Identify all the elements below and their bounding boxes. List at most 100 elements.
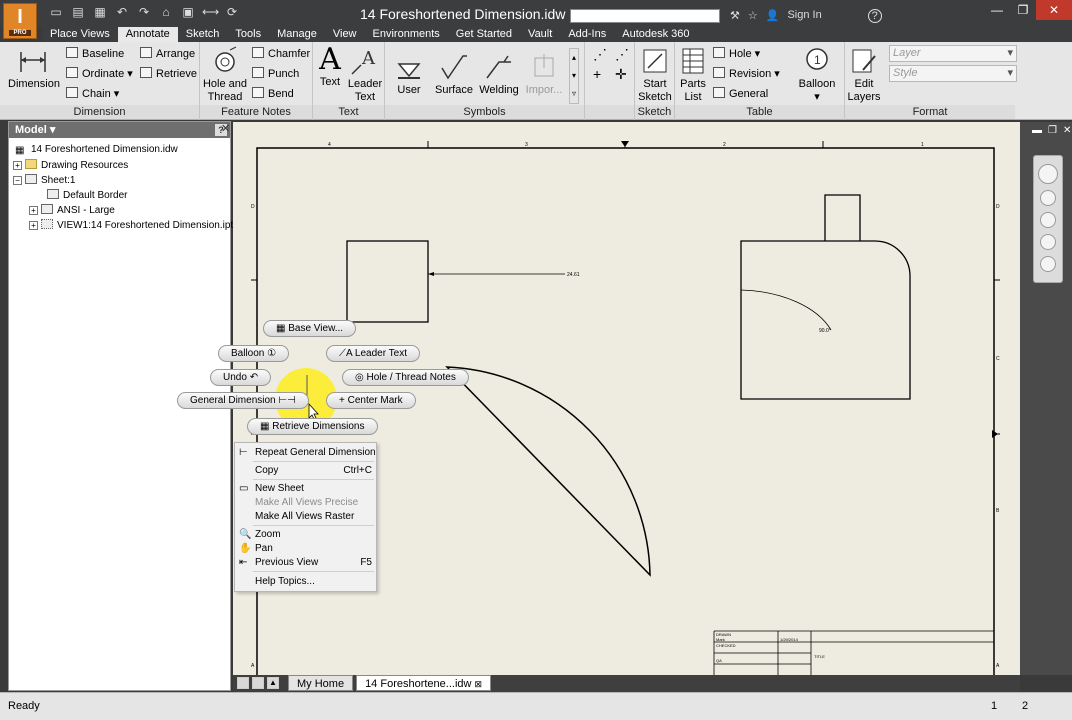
tree-item-view1[interactable]: + VIEW1:14 Foreshortened Dimension.ipt: [29, 219, 233, 231]
tab-my-home[interactable]: My Home: [288, 675, 354, 691]
marking-center-mark[interactable]: + Center Mark: [326, 392, 416, 409]
collapse-icon[interactable]: −: [13, 176, 22, 185]
menu-copy[interactable]: Copy Ctrl+C: [255, 465, 372, 476]
import-symbol-button[interactable]: Impor...: [523, 52, 565, 97]
browser-title[interactable]: Model: [15, 124, 47, 136]
help-search-input[interactable]: [570, 9, 720, 23]
arrange-button[interactable]: Arrange: [140, 47, 195, 60]
tree-item-sheet[interactable]: − Sheet:1: [13, 174, 75, 186]
dimension-button[interactable]: Dimension: [8, 46, 60, 91]
text-button[interactable]: A Text: [315, 44, 345, 89]
menu-repeat-general-dimension[interactable]: ⊢ Repeat General Dimension: [239, 447, 376, 458]
tree-item-drawing-resources[interactable]: + Drawing Resources: [13, 159, 128, 171]
quick-symbol-2[interactable]: ⋰: [615, 46, 629, 63]
tab-manage[interactable]: Manage: [269, 27, 325, 42]
tab-sketch[interactable]: Sketch: [178, 27, 228, 42]
print-icon[interactable]: ▣: [180, 5, 196, 23]
tab-get-started[interactable]: Get Started: [448, 27, 520, 42]
balloon-button[interactable]: 1 Balloon ▾: [795, 46, 839, 104]
hole-table-button[interactable]: Hole ▾: [713, 47, 760, 60]
close-window-button[interactable]: ✕: [1036, 0, 1072, 20]
document-list-icon[interactable]: ▲: [267, 677, 279, 689]
look-at-icon[interactable]: [1040, 256, 1056, 272]
retrieve-button[interactable]: Retrieve: [140, 67, 197, 80]
browser-close-icon[interactable]: ✕: [221, 122, 230, 135]
menu-zoom[interactable]: 🔍 Zoom: [239, 529, 372, 540]
undo-icon[interactable]: ↶: [114, 5, 130, 23]
open-icon[interactable]: ▤: [70, 5, 86, 23]
tab-annotate[interactable]: Annotate: [117, 27, 178, 42]
punch-button[interactable]: Punch: [252, 67, 299, 80]
style-dropdown[interactable]: Style: [889, 65, 1017, 82]
marking-hole-thread-notes[interactable]: ◎ Hole / Thread Notes: [342, 369, 469, 386]
menu-pan[interactable]: ✋ Pan: [239, 543, 372, 554]
quick-symbol-4[interactable]: ✛: [615, 66, 627, 83]
mdi-close-button[interactable]: ✕: [1063, 125, 1071, 136]
expand-icon[interactable]: +: [13, 161, 22, 170]
menu-help-topics[interactable]: Help Topics...: [255, 576, 372, 587]
pan-icon[interactable]: [1040, 190, 1056, 206]
symbols-gallery-scroll[interactable]: ▴ ▾ ▿: [569, 48, 579, 104]
leader-text-button[interactable]: A Leader Text: [347, 46, 383, 104]
close-tab-icon[interactable]: ⊠: [475, 679, 483, 689]
save-icon[interactable]: ▦: [92, 5, 108, 23]
tile-windows-icon[interactable]: [237, 677, 249, 689]
arrange-windows-icon[interactable]: [252, 677, 264, 689]
chamfer-button[interactable]: Chamfer: [252, 47, 310, 60]
zoom-window-icon[interactable]: [1040, 234, 1056, 250]
tree-item-default-border[interactable]: Default Border: [47, 189, 127, 201]
bend-button[interactable]: Bend: [252, 87, 294, 100]
redo-icon[interactable]: ↷: [136, 5, 152, 23]
tools-icon[interactable]: ⚒: [730, 9, 740, 23]
surface-button[interactable]: Surface: [435, 52, 473, 97]
tree-item-document[interactable]: ▦ 14 Foreshortened Dimension.idw: [15, 144, 178, 156]
marking-general-dimension[interactable]: General Dimension ⊢⊣: [177, 392, 309, 409]
tab-environments[interactable]: Environments: [365, 27, 448, 42]
layer-dropdown[interactable]: Layer: [889, 45, 1017, 62]
update-icon[interactable]: ⟳: [224, 5, 240, 23]
marking-balloon[interactable]: Balloon ①: [218, 345, 290, 362]
baseline-button[interactable]: Baseline: [66, 47, 124, 60]
quick-symbol-1[interactable]: ⋰: [593, 46, 607, 63]
marking-undo[interactable]: Undo ↶: [210, 369, 272, 386]
quick-symbol-3[interactable]: +: [593, 66, 601, 82]
tab-add-ins[interactable]: Add-Ins: [560, 27, 614, 42]
help-icon[interactable]: ?: [867, 9, 882, 23]
start-sketch-button[interactable]: Start Sketch: [637, 46, 673, 104]
tab-vault[interactable]: Vault: [520, 27, 560, 42]
zoom-icon[interactable]: [1040, 212, 1056, 228]
application-menu-button[interactable]: I PRO: [3, 3, 37, 39]
welding-button[interactable]: Welding: [479, 52, 519, 97]
general-table-button[interactable]: General: [713, 87, 768, 100]
chain-button[interactable]: Chain ▾: [66, 87, 119, 100]
sign-in-link[interactable]: Sign In: [787, 9, 821, 23]
expand-icon[interactable]: +: [29, 206, 38, 215]
star-icon[interactable]: ☆: [748, 9, 758, 23]
home-icon[interactable]: ⌂: [158, 5, 174, 23]
menu-new-sheet[interactable]: ▭ New Sheet: [239, 483, 372, 494]
menu-previous-view[interactable]: ⇤ Previous View F5: [239, 557, 372, 568]
tab-current-document[interactable]: 14 Foreshortene...idw ⊠: [356, 675, 492, 691]
steering-wheel-icon[interactable]: [1038, 164, 1058, 184]
minimize-button[interactable]: —: [984, 0, 1010, 20]
measure-icon[interactable]: ⟷: [202, 5, 219, 23]
tab-tools[interactable]: Tools: [227, 27, 269, 42]
mdi-minimize-button[interactable]: ▬: [1032, 125, 1042, 136]
tab-view[interactable]: View: [325, 27, 365, 42]
marking-retrieve-dimensions[interactable]: ▦ Retrieve Dimensions: [247, 418, 378, 435]
menu-make-views-raster[interactable]: Make All Views Raster: [255, 511, 372, 522]
tab-place-views[interactable]: Place Views: [42, 27, 118, 42]
parts-list-button[interactable]: Parts List: [677, 46, 709, 104]
new-icon[interactable]: ▭: [48, 5, 64, 23]
ordinate-button[interactable]: Ordinate ▾: [66, 67, 133, 80]
edit-layers-button[interactable]: Edit Layers: [847, 46, 881, 104]
user-symbol-button[interactable]: User: [391, 52, 427, 97]
tree-item-ansi-large[interactable]: + ANSI - Large: [29, 204, 115, 216]
marking-leader-text[interactable]: ⟋A Leader Text: [326, 345, 420, 362]
maximize-button[interactable]: ❐: [1010, 0, 1036, 20]
mdi-restore-button[interactable]: ❐: [1048, 125, 1057, 136]
user-icon[interactable]: 👤: [766, 9, 780, 23]
hole-and-thread-button[interactable]: Hole and Thread: [202, 46, 248, 104]
tab-autodesk-360[interactable]: Autodesk 360: [614, 27, 697, 42]
expand-icon[interactable]: +: [29, 221, 38, 230]
